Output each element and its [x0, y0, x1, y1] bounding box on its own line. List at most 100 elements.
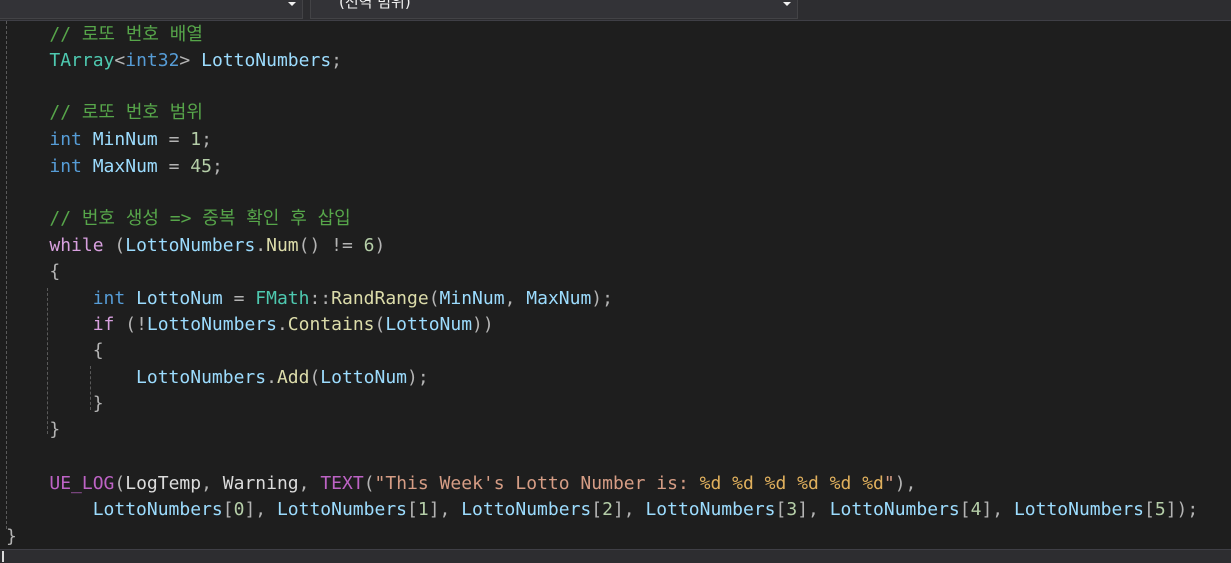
code-token: .	[276, 314, 288, 335]
code-token: TEXT	[320, 473, 364, 494]
code-token: (	[428, 288, 440, 309]
code-line[interactable]: while (LottoNumbers.Num() != 6)	[6, 233, 385, 259]
code-token: 1	[417, 499, 429, 520]
code-line[interactable]: // 로또 번호 범위	[6, 100, 203, 126]
code-token: 1	[190, 129, 202, 150]
code-token: ::	[309, 288, 332, 309]
code-token: ],	[612, 499, 646, 520]
code-token: Num	[266, 235, 299, 256]
code-token: .	[266, 367, 277, 388]
code-token: (	[103, 235, 126, 256]
code-token: );	[591, 288, 613, 309]
code-token: ,	[298, 473, 321, 494]
code-token: [	[1144, 499, 1155, 520]
code-token: (	[114, 473, 126, 494]
code-token: ))	[472, 314, 494, 335]
code-token: () !=	[298, 235, 364, 256]
code-line[interactable]: {	[6, 259, 60, 285]
code-token: [	[222, 499, 234, 520]
code-token: [	[775, 499, 787, 520]
code-token: );	[407, 367, 429, 388]
code-line[interactable]: UE_LOG(LogTemp, Warning, TEXT("This Week…	[6, 471, 916, 497]
code-token: [	[591, 499, 603, 520]
code-token: LottoNumbers	[136, 367, 267, 388]
code-token: ),	[894, 473, 917, 494]
code-token: Add	[276, 367, 310, 388]
code-token: ,	[504, 288, 527, 309]
code-token: LottoNumbers	[1013, 499, 1144, 520]
code-token: int	[49, 156, 82, 177]
code-token: {	[92, 340, 104, 361]
code-token: 0	[233, 499, 245, 520]
code-token: MaxNum	[526, 288, 592, 309]
code-token: // 로또 번호 범위	[49, 102, 203, 123]
chevron-down-icon[interactable]	[783, 2, 791, 6]
code-token: LottoNumbers	[276, 499, 407, 520]
code-token: LottoNum	[136, 288, 223, 309]
code-line[interactable]: int MaxNum = 45;	[6, 154, 223, 180]
code-token: ;	[331, 50, 342, 71]
code-token: LottoNum	[385, 314, 473, 335]
code-token: while	[49, 235, 104, 256]
code-line[interactable]: if (!LottoNumbers.Contains(LottoNum))	[6, 312, 494, 338]
code-token: 6	[363, 235, 375, 256]
code-token: ],	[981, 499, 1014, 520]
code-line[interactable]: int MinNum = 1;	[6, 127, 212, 153]
code-line[interactable]: }	[6, 417, 60, 443]
member-dropdown[interactable]: (전역 범위)	[310, 0, 798, 19]
text-caret	[2, 551, 4, 562]
code-line[interactable]: }	[6, 524, 17, 550]
code-token: ],	[797, 499, 830, 520]
code-token: ;	[211, 156, 223, 177]
chevron-down-icon[interactable]	[288, 2, 296, 6]
code-line[interactable]: LottoNumbers[0], LottoNumbers[1], LottoN…	[6, 497, 1199, 523]
code-line[interactable]: // 로또 번호 배열	[6, 22, 203, 48]
code-token: [	[959, 499, 971, 520]
code-token: }	[49, 419, 61, 440]
code-token: LottoNumbers	[92, 499, 223, 520]
code-token: MinNum	[92, 129, 158, 150]
code-line[interactable]: TArray<int32> LottoNumbers;	[6, 48, 342, 74]
code-token: LottoNumbers	[146, 314, 277, 335]
code-token: ;	[201, 129, 212, 150]
code-token: %d %d %d %d %d %d	[699, 473, 884, 494]
code-token: 45	[190, 156, 212, 177]
code-token: =	[157, 156, 191, 177]
code-token: =	[222, 288, 256, 309]
code-line[interactable]: LottoNumbers.Add(LottoNum);	[6, 365, 429, 391]
code-line[interactable]: int LottoNum = FMath::RandRange(MinNum, …	[6, 286, 613, 312]
code-token: ],	[428, 499, 462, 520]
scope-dropdown[interactable]	[0, 0, 303, 19]
code-token: LottoNum	[320, 367, 407, 388]
code-token: // 로또 번호 배열	[49, 24, 203, 45]
code-line[interactable]: {	[6, 338, 104, 364]
code-token: FMath	[255, 288, 310, 309]
code-token: if	[92, 314, 115, 335]
code-token: Contains	[287, 314, 375, 335]
code-token: LottoNumbers	[829, 499, 960, 520]
code-token: // 번호 생성 => 중복 확인 후 삽입	[49, 208, 351, 229]
horizontal-scrollbar[interactable]	[0, 549, 1231, 563]
code-token: .	[255, 235, 267, 256]
code-token: RandRange	[331, 288, 429, 309]
code-line[interactable]: }	[6, 391, 104, 417]
code-token: [	[407, 499, 418, 520]
code-token: MinNum	[439, 288, 505, 309]
code-token: LottoNumbers	[125, 235, 256, 256]
code-editor[interactable]: // 로또 번호 배열 TArray<int32> LottoNumbers; …	[0, 21, 1231, 549]
code-token: (!	[114, 314, 147, 335]
code-line[interactable]: // 번호 생성 => 중복 확인 후 삽입	[6, 206, 351, 232]
